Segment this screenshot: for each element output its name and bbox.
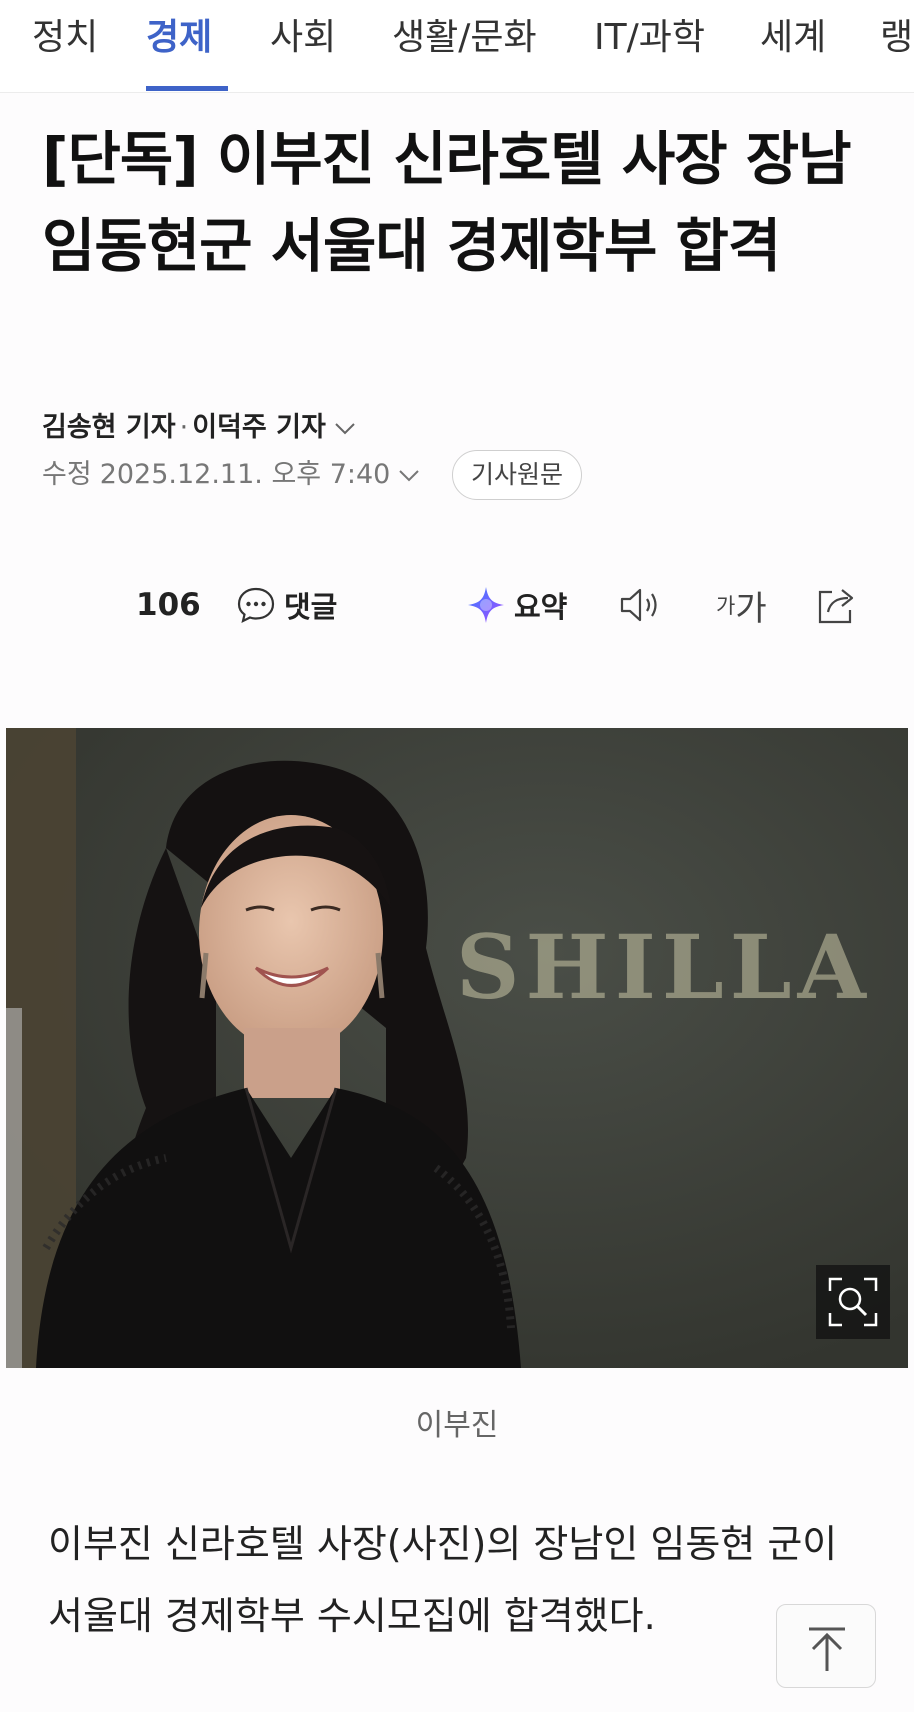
tab-it-science[interactable]: IT/과학 <box>594 16 705 60</box>
article-page: 정치 경제 사회 생활/문화 IT/과학 세계 랭 [단독] 이부진 신라호텔 … <box>0 0 914 1712</box>
comment-button[interactable]: 댓글 <box>236 575 337 635</box>
ai-summary-sparkle-icon <box>468 587 504 623</box>
photo-zoom-button[interactable] <box>816 1265 890 1339</box>
article-photo[interactable]: SHILLA <box>6 728 908 1368</box>
article-toolbar: 106 댓글 요약 가 가 <box>0 575 914 635</box>
tab-ranking[interactable]: 랭 <box>880 16 913 60</box>
scroll-top-button[interactable] <box>776 1604 876 1688</box>
zoom-magnifier-icon <box>828 1277 878 1327</box>
tab-life-culture[interactable]: 생활/문화 <box>392 16 537 60</box>
chevron-down-icon[interactable] <box>332 415 358 441</box>
reporter-name: 이덕주 기자 <box>192 412 326 443</box>
arrow-up-icon <box>809 1627 845 1671</box>
tab-society[interactable]: 사회 <box>270 16 336 60</box>
byline-separator: · <box>179 412 189 443</box>
speaker-icon <box>620 588 657 622</box>
comment-bubble-icon <box>237 587 275 624</box>
active-tab-indicator <box>146 86 228 91</box>
tab-politics[interactable]: 정치 <box>32 16 98 60</box>
article-headline: [단독] 이부진 신라호텔 사장 장남 임동현군 서울대 경제학부 합격 <box>42 125 851 280</box>
modified-datetime: 2025.12.11. 오후 7:40 <box>99 459 391 490</box>
share-icon <box>818 589 854 624</box>
font-size-button[interactable]: 가 가 <box>716 575 767 635</box>
original-article-button[interactable]: 기사원문 <box>452 450 582 500</box>
font-small-glyph: 가 <box>716 594 736 618</box>
shilla-sign-text: SHILLA <box>456 915 872 1019</box>
reporter-name: 김송현 기자 <box>42 412 176 443</box>
share-button[interactable] <box>814 575 860 635</box>
photo-caption: 이부진 <box>415 1408 499 1443</box>
summary-label: 요약 <box>514 590 568 624</box>
summary-button[interactable]: 요약 <box>466 575 567 635</box>
modified-label: 수정 <box>42 459 92 490</box>
tab-world[interactable]: 세계 <box>760 16 826 60</box>
chevron-down-icon[interactable] <box>396 462 422 488</box>
font-large-glyph: 가 <box>735 588 767 629</box>
byline[interactable]: 김송현 기자 · 이덕주 기자 <box>42 408 358 448</box>
tab-economy[interactable]: 경제 <box>146 16 212 60</box>
reaction-count[interactable]: 106 <box>136 575 201 635</box>
read-aloud-button[interactable] <box>618 575 666 635</box>
comment-label: 댓글 <box>284 590 338 624</box>
article-body: 이부진 신라호텔 사장(사진)의 장남인 임동현 군이 서울대 경제학부 수시모… <box>48 1522 838 1638</box>
article-date[interactable]: 수정 2025.12.11. 오후 7:40 <box>42 455 422 495</box>
category-nav: 정치 경제 사회 생활/문화 IT/과학 세계 랭 <box>0 0 914 93</box>
